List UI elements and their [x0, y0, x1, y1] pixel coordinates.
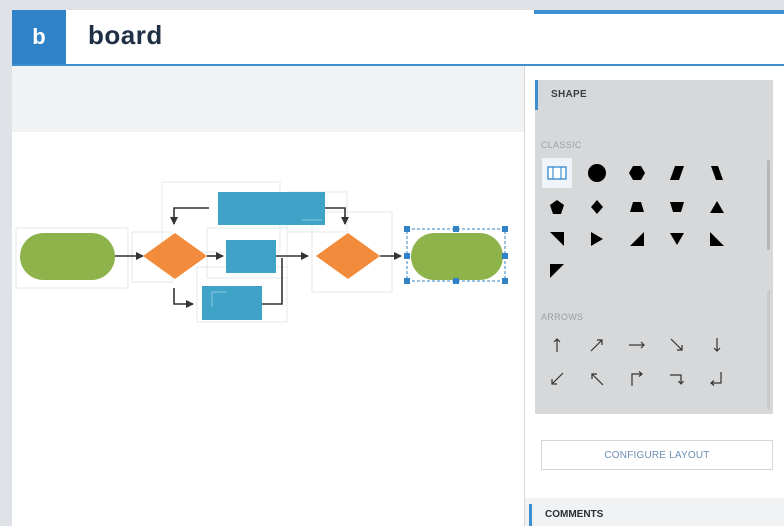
comments-section-header[interactable]: COMMENTS [529, 504, 779, 526]
elbow-right-down-icon[interactable] [662, 364, 692, 394]
arrow-up-left-icon[interactable] [582, 364, 612, 394]
resize-handle[interactable] [404, 253, 410, 259]
shape-scrollbar[interactable] [767, 160, 770, 250]
brand-logo[interactable]: board [88, 20, 163, 51]
arrow-down-left-icon[interactable] [542, 364, 572, 394]
resize-handle[interactable] [404, 278, 410, 284]
shape-section-title: SHAPE [551, 89, 587, 100]
pentagon-icon[interactable] [542, 192, 572, 222]
connector-arrow[interactable] [325, 207, 349, 225]
shape-section: SHAPE CLASSIC ARROWS [535, 80, 773, 414]
resize-handle[interactable] [453, 278, 459, 284]
resize-handle[interactable] [502, 278, 508, 284]
decision-diamond[interactable] [316, 233, 380, 279]
right-triangle-down-icon[interactable] [542, 224, 572, 254]
arrow-up-right-icon[interactable] [582, 330, 612, 360]
app-window: b board SHAPE CLASSIC ARROWS CONFIGURE L… [12, 10, 784, 526]
comments-title: COMMENTS [545, 509, 604, 520]
triangle-down-icon[interactable] [662, 224, 692, 254]
arrow-up-icon[interactable] [542, 330, 572, 360]
trapezoid-icon[interactable] [622, 192, 652, 222]
corner-triangle-icon[interactable] [542, 256, 572, 286]
process-box[interactable] [202, 286, 262, 320]
canvas-toolbar [12, 66, 524, 132]
classic-group-label: CLASSIC [541, 140, 582, 150]
right-triangle-up-icon[interactable] [622, 224, 652, 254]
comments-section: COMMENTS [525, 498, 784, 526]
elbow-up-right-icon[interactable] [622, 364, 652, 394]
circle-icon[interactable] [582, 158, 612, 188]
header-bar: b board [12, 10, 784, 66]
slanted-quad-icon[interactable] [702, 158, 732, 188]
hexagon-icon[interactable] [622, 158, 652, 188]
parallelogram-icon[interactable] [662, 158, 692, 188]
resize-handle[interactable] [502, 226, 508, 232]
start-terminal[interactable] [20, 233, 115, 280]
properties-panel: SHAPE CLASSIC ARROWS CONFIGURE LAYOUT CO… [525, 66, 784, 526]
right-triangle-left-icon[interactable] [702, 224, 732, 254]
triangle-right-icon[interactable] [582, 224, 612, 254]
arrows-group-label: ARROWS [541, 312, 584, 322]
header-accent-bar [534, 10, 784, 14]
diamond-icon[interactable] [582, 192, 612, 222]
end-terminal[interactable] [411, 233, 503, 280]
arrow-down-right-icon[interactable] [662, 330, 692, 360]
arrow-right-icon[interactable] [622, 330, 652, 360]
process-box[interactable] [226, 240, 276, 273]
flowchart-diagram [15, 181, 508, 323]
shape-section-header[interactable]: SHAPE [535, 80, 773, 110]
logo-letter: b [32, 24, 46, 49]
triangle-up-icon[interactable] [702, 192, 732, 222]
diagram-canvas[interactable] [12, 132, 524, 526]
connector-arrow[interactable] [170, 207, 209, 225]
logo-square[interactable]: b [12, 10, 66, 64]
resize-handle[interactable] [404, 226, 410, 232]
arrow-down-icon[interactable] [702, 330, 732, 360]
elbow-down-left-icon[interactable] [702, 364, 732, 394]
split-rectangle-icon[interactable] [542, 158, 572, 188]
resize-handle[interactable] [502, 253, 508, 259]
resize-handle[interactable] [453, 226, 459, 232]
inverted-trapezoid-icon[interactable] [662, 192, 692, 222]
configure-layout-button[interactable]: CONFIGURE LAYOUT [541, 440, 773, 470]
arrow-scrollbar[interactable] [767, 290, 770, 410]
connector-arrow[interactable] [173, 288, 194, 308]
